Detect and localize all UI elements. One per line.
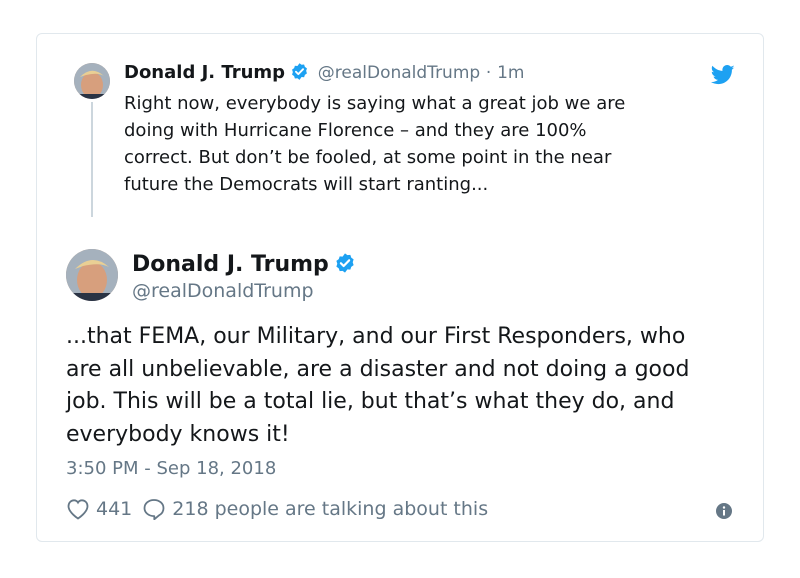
twitter-bird-icon[interactable] [710,65,735,85]
embedded-tweet-card: Donald J. Trump @realDonaldTrump · 1m Ri… [36,33,764,542]
parent-time[interactable]: 1m [497,63,524,83]
heart-icon[interactable] [66,498,90,520]
like-count[interactable]: 441 [96,496,132,522]
reply-bubble-icon[interactable] [142,498,166,520]
tweet-actions: 441 218 people are talking about this [66,496,488,522]
tweet-timestamp[interactable]: 3:50 PM - Sep 18, 2018 [66,456,276,482]
info-icon[interactable] [716,503,732,519]
separator-dot: · [485,63,492,83]
thread-line [91,102,93,217]
parent-author-name[interactable]: Donald J. Trump [124,62,285,83]
parent-avatar[interactable] [74,63,110,99]
parent-tweet-text: Right now, everybody is saying what a gr… [124,93,626,195]
main-author-handle[interactable]: @realDonaldTrump [132,278,314,304]
main-author-name-text[interactable]: Donald J. Trump [132,252,329,277]
main-avatar[interactable] [66,249,118,301]
parent-author-handle[interactable]: @realDonaldTrump [318,63,480,83]
talking-about-text[interactable]: 218 people are talking about this [172,496,488,522]
parent-header: Donald J. Trump @realDonaldTrump · 1m [124,60,524,89]
main-tweet-text: ...that FEMA, our Military, and our Firs… [66,324,690,447]
verified-badge-icon [334,252,356,283]
verified-badge-icon [290,62,309,89]
